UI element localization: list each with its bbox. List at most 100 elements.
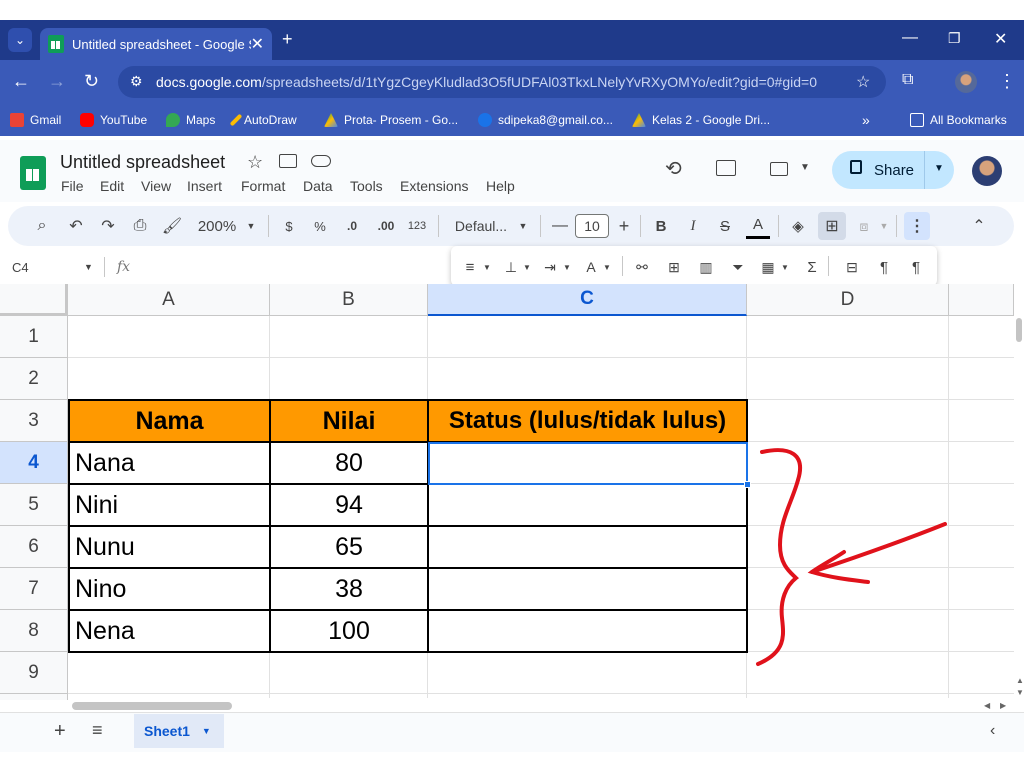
decrease-font-size-icon[interactable]: — <box>552 213 568 239</box>
horizontal-align-icon[interactable]: ≡ <box>460 256 480 278</box>
ltr-text-icon[interactable]: ¶ <box>874 256 894 278</box>
scroll-right-icon[interactable]: ▶ <box>1000 701 1006 710</box>
menu-tools[interactable]: Tools <box>350 178 383 194</box>
bookmark-maps[interactable]: Maps <box>166 110 215 130</box>
all-bookmarks[interactable]: All Bookmarks <box>910 110 1007 130</box>
site-info-icon[interactable]: ⚙ <box>130 73 143 90</box>
cell-b7[interactable]: 38 <box>270 568 428 610</box>
cell-a4[interactable]: Nana <box>75 442 265 484</box>
menu-file[interactable]: File <box>61 178 84 194</box>
hide-menus-icon[interactable]: ⌃ <box>968 213 990 239</box>
freeze-icon[interactable]: ⊟ <box>842 256 862 278</box>
bookmark-email[interactable]: sdipeka8@gmail.co... <box>478 110 613 130</box>
all-sheets-icon[interactable]: ≡ <box>92 720 103 741</box>
borders-icon[interactable]: ⊞ <box>818 212 846 240</box>
back-icon[interactable]: ← <box>12 71 30 92</box>
zoom-select[interactable]: 200% <box>194 213 240 239</box>
search-menus-icon[interactable]: ⌕ <box>32 213 52 239</box>
cell-c8[interactable] <box>434 610 744 652</box>
share-button[interactable]: Share ▼ <box>832 151 954 189</box>
cell-b6[interactable]: 65 <box>270 526 428 568</box>
decrease-decimal-button[interactable]: .0 <box>340 213 364 239</box>
strikethrough-button[interactable]: S <box>716 213 734 239</box>
wrap-dropdown-icon[interactable]: ▼ <box>562 256 572 278</box>
menu-edit[interactable]: Edit <box>100 178 124 194</box>
bookmark-autodraw[interactable]: AutoDraw <box>229 110 297 130</box>
font-dropdown-icon[interactable]: ▼ <box>516 213 530 239</box>
filter-views-dropdown-icon[interactable]: ▼ <box>780 256 790 278</box>
close-tab-icon[interactable]: ✕ <box>251 34 264 54</box>
name-box[interactable]: C4 <box>12 260 29 275</box>
row-header-6[interactable]: 6 <box>0 526 68 568</box>
collapse-side-panel-icon[interactable]: ‹ <box>990 722 995 740</box>
increase-decimal-button[interactable]: .00 <box>372 213 400 239</box>
percent-format-button[interactable]: % <box>310 213 330 239</box>
cell-c3-header-status[interactable]: Status (lulus/tidak lulus) <box>428 400 747 442</box>
version-history-icon[interactable]: ⟲ <box>665 156 682 181</box>
column-header-a[interactable]: A <box>68 284 270 316</box>
cell-b8[interactable]: 100 <box>270 610 428 652</box>
merge-cells-icon[interactable]: ⧈ <box>854 213 874 239</box>
row-header-2[interactable]: 2 <box>0 358 68 400</box>
sheets-logo-icon[interactable] <box>20 156 46 190</box>
close-window-icon[interactable]: ✕ <box>994 29 1007 49</box>
cell-b3-header-nilai[interactable]: Nilai <box>270 400 428 442</box>
cell-c7[interactable] <box>434 568 744 610</box>
vertical-scrollbar[interactable] <box>1016 284 1024 698</box>
vertical-scroll-thumb[interactable] <box>1016 318 1022 342</box>
select-all-corner[interactable] <box>0 284 68 316</box>
font-family-select[interactable]: Defaul... <box>450 213 512 239</box>
insert-link-icon[interactable]: ⚯ <box>632 256 652 278</box>
address-bar[interactable]: ⚙ docs.google.com/spreadsheets/d/1tYgzCg… <box>118 66 886 98</box>
insert-chart-icon[interactable]: ▥ <box>696 256 716 278</box>
rotation-dropdown-icon[interactable]: ▼ <box>602 256 612 278</box>
column-header-e[interactable] <box>949 284 1014 316</box>
merge-dropdown-icon[interactable]: ▼ <box>878 213 890 239</box>
cell-c5[interactable] <box>434 484 744 526</box>
cell-a6[interactable]: Nunu <box>75 526 265 568</box>
bookmark-youtube[interactable]: YouTube <box>80 110 147 130</box>
meet-icon[interactable] <box>770 162 788 176</box>
column-header-c[interactable]: C <box>428 284 747 316</box>
vertical-align-icon[interactable]: ⊥ <box>502 256 520 278</box>
currency-format-button[interactable]: $ <box>280 213 298 239</box>
menu-view[interactable]: View <box>141 178 171 194</box>
column-header-b[interactable]: B <box>270 284 428 316</box>
move-folder-icon[interactable] <box>279 154 297 168</box>
add-sheet-icon[interactable]: + <box>54 720 66 743</box>
tab-search-button[interactable]: ⌄ <box>8 28 32 52</box>
document-title[interactable]: Untitled spreadsheet <box>60 152 225 173</box>
sheet-tab-dropdown-icon[interactable]: ▼ <box>202 726 211 736</box>
filter-icon[interactable]: ⏷ <box>728 256 748 278</box>
row-header-4[interactable]: 4 <box>0 442 68 484</box>
account-avatar[interactable] <box>972 156 1002 186</box>
comments-icon[interactable] <box>716 160 736 176</box>
profile-avatar[interactable] <box>955 71 977 93</box>
forward-icon[interactable]: → <box>48 71 66 92</box>
sheet-tab-sheet1[interactable]: Sheet1 ▼ <box>134 714 224 748</box>
text-rotation-icon[interactable]: A <box>582 256 600 278</box>
text-wrapping-icon[interactable]: ⇥ <box>540 256 560 278</box>
more-bookmarks-icon[interactable]: » <box>862 110 870 130</box>
row-header-1[interactable]: 1 <box>0 316 68 358</box>
star-icon[interactable]: ☆ <box>247 152 263 173</box>
menu-extensions[interactable]: Extensions <box>400 178 468 194</box>
italic-button[interactable]: I <box>684 213 702 239</box>
rtl-text-icon[interactable]: ¶ <box>906 256 926 278</box>
functions-icon[interactable]: Σ <box>802 256 822 278</box>
more-formats-button[interactable]: 123 <box>404 213 430 239</box>
insert-comment-icon[interactable]: ⊞ <box>664 256 684 278</box>
more-tools-icon[interactable]: ⋮ <box>904 212 930 240</box>
browser-menu-icon[interactable]: ⋮ <box>998 71 1016 92</box>
bookmark-kelas2[interactable]: Kelas 2 - Google Dri... <box>632 110 770 130</box>
row-header-3[interactable]: 3 <box>0 400 68 442</box>
row-header-9[interactable]: 9 <box>0 652 68 694</box>
row-header-8[interactable]: 8 <box>0 610 68 652</box>
paint-format-icon[interactable]: 🖌 <box>162 213 182 239</box>
menu-insert[interactable]: Insert <box>187 178 222 194</box>
undo-icon[interactable]: ↶ <box>66 213 86 239</box>
scroll-left-icon[interactable]: ◀ <box>984 701 990 710</box>
row-header-5[interactable]: 5 <box>0 484 68 526</box>
filter-views-icon[interactable]: ▦ <box>758 256 778 278</box>
scroll-up-icon[interactable]: ▲ <box>1016 676 1024 685</box>
